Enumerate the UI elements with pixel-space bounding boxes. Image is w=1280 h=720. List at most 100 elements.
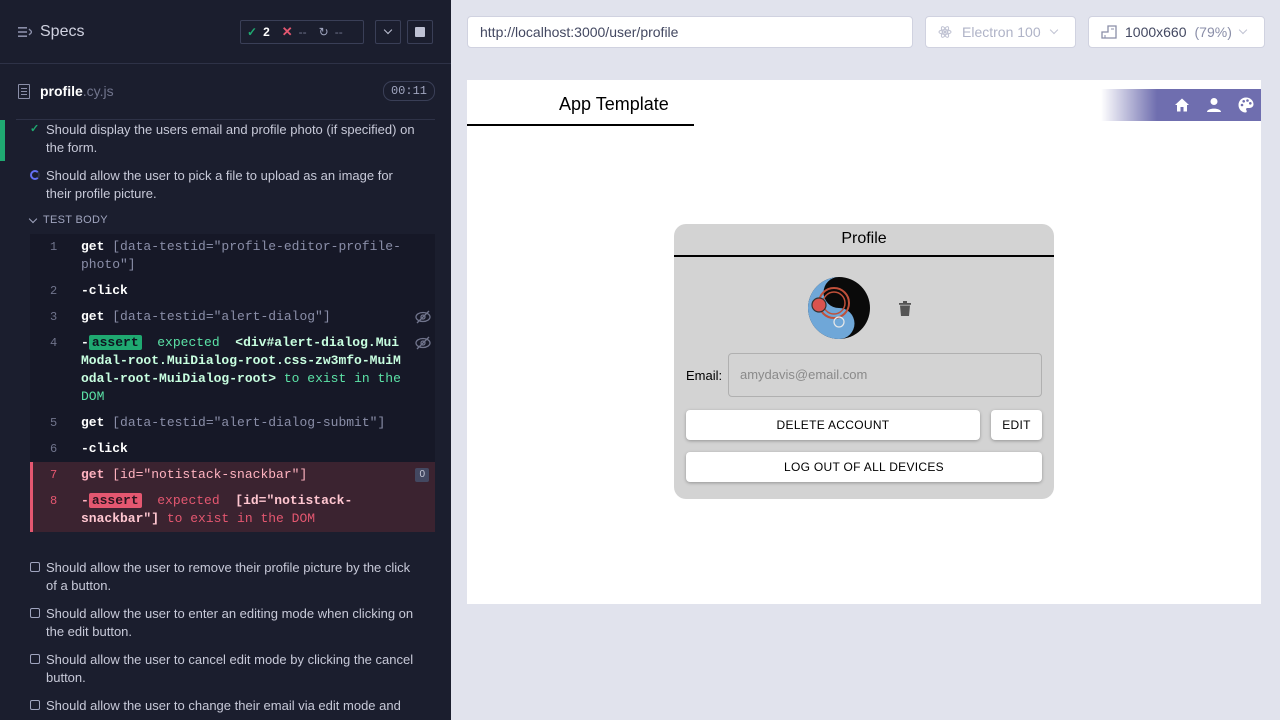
assert-tail: to exist in the DOM xyxy=(166,511,316,526)
assert-expected: expected xyxy=(157,335,220,350)
reporter-panel: Specs ✓ 2 ✕ -- ↻ -- profile .cy.js 00:11 xyxy=(0,0,451,720)
viewport-zoom: (79%) xyxy=(1194,24,1232,40)
test-title: Should display the users email and profi… xyxy=(46,122,415,155)
chevron-down-icon xyxy=(28,214,38,223)
command-name: -click xyxy=(81,283,128,298)
test-item-pending[interactable]: Should allow the user to enter an editin… xyxy=(0,605,435,641)
command-name: -click xyxy=(81,441,128,456)
edit-button[interactable]: EDIT xyxy=(991,410,1042,440)
email-label: Email: xyxy=(686,368,723,383)
test-body-label: TEST BODY xyxy=(43,214,108,226)
running-spinner-icon xyxy=(30,170,40,180)
spec-file-ext: .cy.js xyxy=(82,83,114,99)
trash-icon[interactable] xyxy=(897,299,913,317)
logout-all-devices-button[interactable]: LOG OUT OF ALL DEVICES xyxy=(686,452,1042,482)
profile-photo[interactable] xyxy=(807,276,871,340)
command-arg: [data-testid="alert-dialog"] xyxy=(112,309,331,324)
test-item-pending[interactable]: Should allow the user to remove their pr… xyxy=(0,559,435,595)
check-icon: ✓ xyxy=(30,123,40,135)
command-number: 6 xyxy=(50,442,58,456)
command-row[interactable]: 1 get [data-testid="profile-editor-profi… xyxy=(30,234,435,278)
command-number: 8 xyxy=(50,494,58,508)
profile-heading: Profile xyxy=(674,224,1054,257)
delete-account-button[interactable]: DELETE ACCOUNT xyxy=(686,410,980,440)
command-number: 1 xyxy=(50,240,58,254)
assert-expected: expected xyxy=(157,493,220,508)
pending-icon xyxy=(30,562,40,572)
spec-file-row[interactable]: profile .cy.js 00:11 xyxy=(18,76,435,106)
test-title: Should allow the user to cancel edit mod… xyxy=(46,652,414,685)
test-body-toggle[interactable]: TEST BODY xyxy=(28,214,108,226)
command-number: 5 xyxy=(50,416,58,430)
test-item-pending[interactable]: Should allow the user to cancel edit mod… xyxy=(0,651,435,687)
test-item-running[interactable]: Should allow the user to pick a file to … xyxy=(0,167,435,203)
ruler-icon xyxy=(1101,25,1117,39)
command-row[interactable]: 2 -click xyxy=(30,278,435,304)
stop-button[interactable] xyxy=(407,20,433,44)
command-log: 1 get [data-testid="profile-editor-profi… xyxy=(30,234,435,532)
viewport-select[interactable]: 1000x660 (79%) xyxy=(1088,16,1265,48)
stop-icon xyxy=(415,27,425,37)
test-title: Should allow the user to pick a file to … xyxy=(46,168,393,201)
command-name: get xyxy=(81,239,105,254)
test-stats: ✓ 2 ✕ -- ↻ -- xyxy=(240,20,364,44)
browser-name: Electron 100 xyxy=(962,24,1041,40)
palette-icon[interactable] xyxy=(1237,96,1255,114)
test-item-pending[interactable]: Should allow the user to change their em… xyxy=(0,697,435,715)
command-row-failed[interactable]: 7 get [id="notistack-snackbar"] 0 xyxy=(30,462,435,488)
app-title: App Template xyxy=(559,94,669,114)
failed-indicator xyxy=(30,462,33,488)
assert-badge: assert xyxy=(88,493,142,508)
command-number: 3 xyxy=(50,310,58,324)
failed-count: -- xyxy=(298,25,307,39)
pending-icon xyxy=(30,700,40,710)
command-arg: [id="notistack-snackbar"] xyxy=(112,467,308,482)
command-name: get xyxy=(81,467,105,482)
specs-title[interactable]: Specs xyxy=(40,23,84,41)
cross-icon: ✕ xyxy=(281,24,293,39)
eye-slash-icon[interactable] xyxy=(415,336,431,350)
command-row[interactable]: 3 get [data-testid="alert-dialog"] xyxy=(30,304,435,330)
browser-select[interactable]: Electron 100 xyxy=(925,16,1076,48)
command-row[interactable]: 4 - assert expected <div#alert-dialog.Mui… xyxy=(30,330,435,410)
test-item-passed[interactable]: ✓ Should display the users email and pro… xyxy=(0,121,435,157)
chevron-down-icon xyxy=(383,25,393,35)
command-number: 7 xyxy=(50,468,58,482)
document-icon xyxy=(18,83,30,99)
failed-indicator xyxy=(30,488,33,532)
pending-stat: ↻ -- xyxy=(313,25,349,39)
reporter-header: Specs ✓ 2 ✕ -- ↻ -- xyxy=(0,0,451,64)
passed-count: 2 xyxy=(263,25,270,39)
assert-badge: assert xyxy=(88,335,142,350)
app-nav-bar xyxy=(1101,89,1261,121)
person-icon[interactable] xyxy=(1205,96,1223,114)
command-row[interactable]: 6 -click xyxy=(30,436,435,462)
test-title: Should allow the user to enter an editin… xyxy=(46,606,414,639)
divider xyxy=(16,119,435,120)
command-row-failed[interactable]: 8 - assert expected [id="notistack-snackb… xyxy=(30,488,435,532)
email-field[interactable]: amydavis@email.com xyxy=(728,353,1042,397)
home-icon[interactable] xyxy=(1173,96,1191,114)
pending-icon xyxy=(30,654,40,664)
viewport-size: 1000x660 xyxy=(1125,24,1187,40)
command-name: get xyxy=(81,309,105,324)
test-title: Should allow the user to change their em… xyxy=(46,698,401,713)
specs-list-icon[interactable] xyxy=(18,26,32,38)
command-number: 2 xyxy=(50,284,58,298)
eye-slash-icon[interactable] xyxy=(415,310,431,324)
chevron-down-icon xyxy=(1049,25,1058,35)
url-bar[interactable]: http://localhost:3000/user/profile xyxy=(467,16,913,48)
passed-stat: ✓ 2 xyxy=(241,25,276,39)
pending-count: -- xyxy=(334,25,343,39)
command-prefix: - xyxy=(81,493,89,508)
failed-stat: ✕ -- xyxy=(276,24,313,40)
command-number: 4 xyxy=(50,336,58,350)
check-icon: ✓ xyxy=(247,25,258,39)
command-row[interactable]: 5 get [data-testid="alert-dialog-submit"… xyxy=(30,410,435,436)
command-name: get xyxy=(81,415,105,430)
title-underline xyxy=(467,124,694,126)
chevron-down-icon xyxy=(1238,25,1248,35)
expand-button[interactable] xyxy=(375,20,401,44)
command-arg: [data-testid="profile-editor-profile-pho… xyxy=(81,239,401,272)
spec-file-name: profile xyxy=(40,83,83,99)
